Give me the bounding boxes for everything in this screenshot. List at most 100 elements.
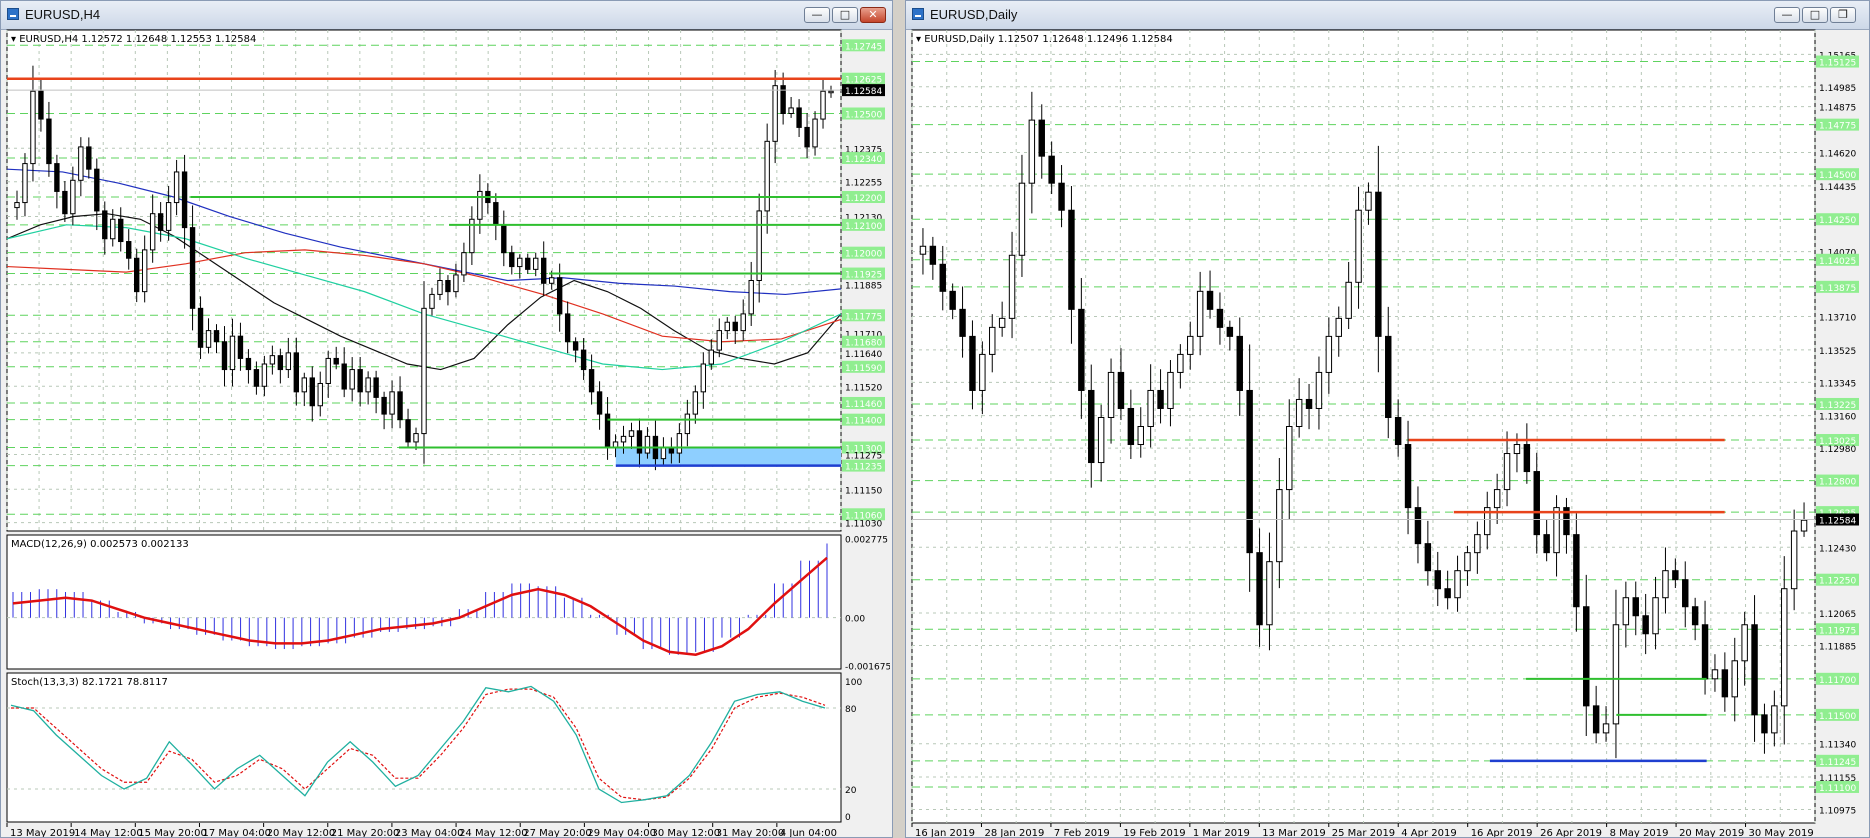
candle-bullish [1167, 371, 1174, 409]
price-axis-label: 1.11700 [1819, 676, 1856, 686]
candle-bearish [1523, 444, 1531, 473]
candle-bearish [1078, 308, 1085, 391]
candle-bullish [1355, 209, 1362, 283]
candle-bullish [1602, 723, 1610, 734]
minimize-icon: — [1781, 8, 1793, 21]
price-axis-label: 1.14775 [1819, 122, 1856, 132]
candle-bearish [525, 257, 531, 270]
minimize-button[interactable]: — [1774, 7, 1800, 23]
candle-bearish [796, 107, 802, 128]
minimize-icon: — [811, 8, 823, 21]
price-axis-label: 1.14500 [1819, 171, 1856, 181]
candle-bearish [357, 369, 363, 393]
daily-chart-window[interactable]: EURUSD,Daily — □ ❐ 1.151651.151251.14985… [905, 0, 1870, 838]
candle-bullish [149, 213, 156, 251]
candle-bearish [1682, 579, 1689, 608]
candle-bearish [381, 396, 387, 415]
x-axis-label: 30 May 2019 [1749, 828, 1814, 838]
candle-bearish [245, 357, 252, 371]
close-button[interactable]: ✕ [860, 7, 886, 23]
candle-bullish [644, 435, 651, 454]
candle-bullish [628, 430, 635, 437]
maximize-button[interactable]: □ [832, 7, 858, 23]
candle-bearish [86, 146, 92, 170]
x-axis-label: 4 Jun 04:00 [780, 828, 837, 838]
candle-bullish [700, 363, 707, 393]
candle-bearish [949, 290, 956, 310]
candle-bullish [1107, 371, 1115, 418]
candle-bearish [277, 355, 284, 371]
candle-bullish [453, 274, 459, 293]
candle-bearish [1246, 389, 1253, 554]
x-axis-label: 4 Apr 2019 [1401, 828, 1456, 838]
price-axis-label: 1.13710 [1819, 314, 1856, 324]
candle-bullish [1741, 624, 1748, 662]
candle-bullish [812, 118, 818, 148]
candle-bearish [1414, 507, 1422, 545]
candle-bullish [1612, 624, 1620, 725]
price-axis-label: 1.11245 [1819, 758, 1856, 768]
candle-bullish [1097, 416, 1105, 464]
candle-bullish [708, 349, 714, 365]
macd-header: MACD(12,26,9) 0.002573 0.002133 [11, 539, 189, 550]
price-axis-label: 1.15125 [1819, 59, 1856, 69]
price-axis-label: 1.12065 [1819, 610, 1856, 620]
minimize-button[interactable]: — [804, 7, 830, 23]
candle-bullish [70, 179, 76, 215]
price-axis-label: 1.12980 [1819, 445, 1856, 455]
candle-bearish [732, 321, 738, 332]
close-icon: ✕ [868, 8, 878, 21]
candle-bearish [1375, 191, 1382, 337]
candle-bullish [1315, 371, 1323, 409]
candle-bearish [1761, 714, 1768, 734]
candle-bearish [501, 224, 507, 254]
candle-bullish [365, 377, 371, 393]
price-axis-label: 1.12255 [845, 179, 882, 189]
current-price-label: 1.12584 [845, 87, 882, 97]
current-price-label: 1.12584 [1819, 516, 1856, 526]
restore-button[interactable]: ❐ [1830, 7, 1856, 23]
candle-bearish [1048, 155, 1055, 184]
daily-chart-area[interactable]: 1.151651.151251.149851.148751.147751.146… [910, 29, 1865, 837]
daily-chart-svg[interactable]: 1.151651.151251.149851.148751.147751.146… [910, 29, 1867, 838]
candle-bullish [22, 163, 28, 204]
candle-bearish [1543, 534, 1550, 554]
maximize-button[interactable]: □ [1802, 7, 1828, 23]
candle-bearish [493, 202, 499, 226]
maximize-icon: □ [839, 8, 851, 21]
h4-chart-svg[interactable]: 1.127451.126251.125001.123751.123401.122… [5, 29, 890, 838]
candle-bullish [764, 140, 770, 212]
candle-bearish [94, 168, 100, 212]
candle-bearish [1206, 290, 1214, 310]
candle-bullish [1800, 519, 1808, 532]
price-axis-label: 1.11775 [845, 312, 882, 322]
h4-titlebar[interactable]: EURUSD,H4 — □ ✕ [1, 1, 892, 30]
candle-bearish [1068, 209, 1075, 310]
candle-bearish [1127, 407, 1135, 446]
candle-bearish [588, 369, 595, 393]
candle-bullish [660, 447, 667, 460]
candle-bullish [1295, 398, 1303, 428]
candle-bullish [1711, 669, 1719, 680]
x-axis-label: 17 May 04:00 [202, 828, 271, 838]
candle-bearish [309, 377, 315, 407]
daily-titlebar[interactable]: EURUSD,Daily — □ ❐ [906, 1, 1869, 30]
candle-bullish [1276, 489, 1283, 563]
candle-bullish [173, 171, 180, 204]
candle-bullish [1137, 426, 1144, 446]
candle-bullish [269, 355, 276, 365]
price-axis-label: 1.12250 [1819, 577, 1856, 587]
candle-bullish [110, 218, 116, 240]
candle-bearish [1385, 335, 1392, 418]
h4-chart-window[interactable]: EURUSD,H4 — □ ✕ 1.12745 1.12625 1.12500 1.1… [0, 0, 893, 838]
symbol-header: ▾ EURUSD,Daily 1.12507 1.12648 1.12496 1… [916, 34, 1173, 45]
candle-bearish [1236, 335, 1243, 391]
h4-chart-area[interactable]: 1.12745 1.12625 1.12500 1.12375 1.12340 1.122… [5, 29, 890, 838]
candle-bullish [1503, 453, 1511, 491]
candle-bearish [1404, 444, 1412, 509]
candle-bullish [301, 377, 307, 393]
candle-bullish [205, 330, 212, 348]
candle-bullish [692, 391, 699, 415]
candle-bearish [38, 90, 44, 120]
candle-bearish [1088, 389, 1095, 464]
